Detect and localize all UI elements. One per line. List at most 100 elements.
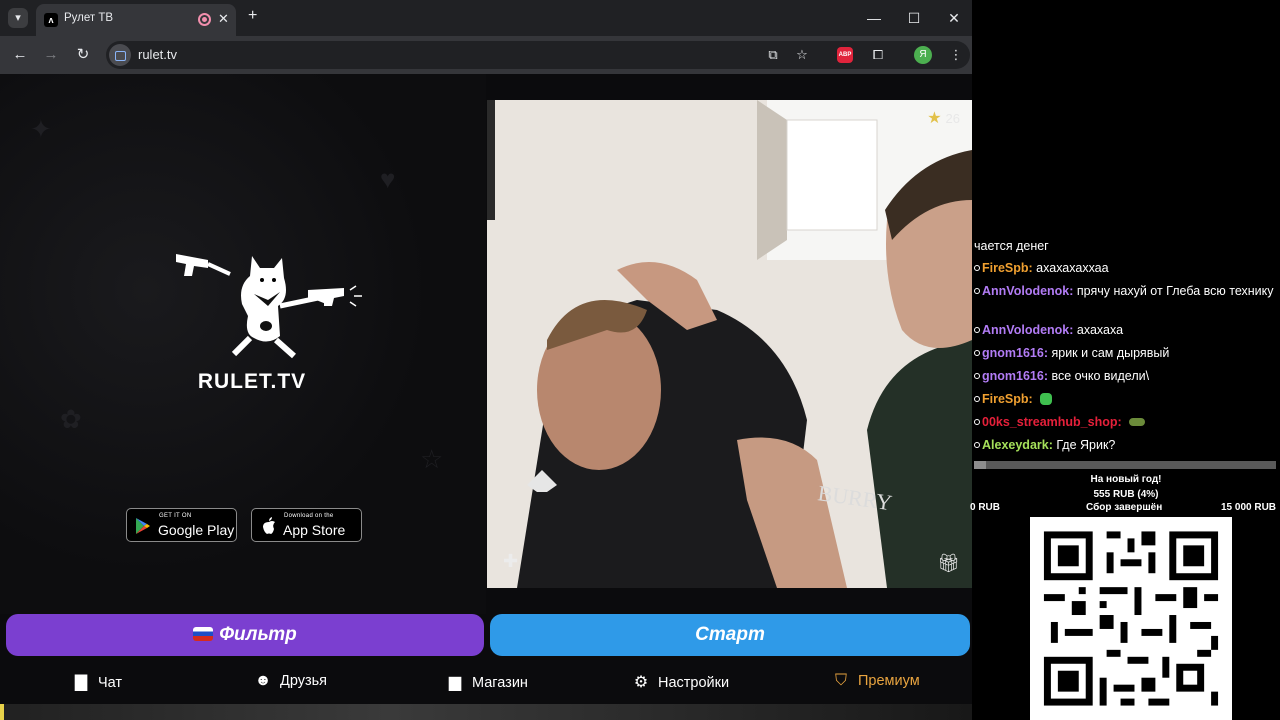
site-logo-text: RULET.TV [197,370,307,393]
emote-icon [1129,418,1146,426]
chat-nick: Alexeydark: [982,438,1053,452]
chat-text: чается денег [974,239,1049,252]
chat-nick: FireSpb: [982,261,1033,275]
browser-menu-icon[interactable]: ⋮ [946,45,966,65]
google-play-icon [136,518,150,534]
start-button-label: Старт [695,624,765,645]
maximize-window-button[interactable]: ☐ [902,6,926,30]
gamepad-icon[interactable]: ✚ [503,551,518,572]
google-play-button[interactable]: GET IT ON Google Play [126,508,237,542]
forward-button[interactable]: → [40,44,62,66]
nav-chat-label: Чат [98,675,123,691]
goal-min: 0 RUB [970,502,1001,513]
chat-bullet-icon [974,373,980,379]
chat-text: все очко видели\ [1048,369,1150,383]
new-tab-button[interactable]: + [248,7,257,25]
app-store-small-text: Download on the [284,513,334,519]
webcam-video[interactable]: BURRY ★ 26 ✚ 🎁︎ [487,100,972,588]
minimize-window-button[interactable]: — [862,6,886,30]
chat-message: Alexeydark: Где Ярик? [974,437,1274,453]
chat-bullet-icon [974,396,980,402]
filter-button-label: Фильтр [219,624,297,645]
chat-bullet-icon [974,265,980,271]
stars-count: 26 [945,111,960,126]
chat-text: ярик и сам дырявый [1048,346,1170,360]
goal-progress-track [974,461,1276,469]
chat-text: прячу нахуй от Глеба всю технику [1073,284,1274,298]
chat-message: gnom1616: ярик и сам дырявый [974,345,1274,361]
gift-icon[interactable]: 🎁︎ [937,553,960,574]
app-store-button[interactable]: Download on the App Store [251,508,362,542]
browser-tab-bar: ▾ ᴧ Рулет ТВ ✕ + — ☐ ✕ [0,0,972,36]
app-store-label: App Store [283,522,346,538]
emote-icon [1040,393,1053,405]
chat-message: gnom1616: все очко видели\ [974,368,1274,384]
chat-nick: FireSpb: [982,392,1033,406]
qr-code-image [1030,517,1232,720]
logo-panel: ✦ ♥ ✿ ☆ RULET.TV GET IT ON Google Play D… [0,74,486,614]
background-doodle: ✦ [30,114,52,144]
start-button[interactable]: Старт [490,614,970,656]
chat-bullet-icon [974,442,980,448]
chat-nick: AnnVolodenok: [982,323,1074,337]
chat-message: чается денег [974,238,1274,252]
browser-tab[interactable]: ᴧ Рулет ТВ ✕ [36,4,236,36]
goal-status: Сбор завершён [1086,502,1163,513]
nav-friends[interactable]: ☻ Друзья [252,672,327,696]
site-info-icon[interactable] [109,44,131,66]
extensions-puzzle-icon[interactable]: ⧠ [868,45,888,65]
chat-text: Где Ярик? [1052,438,1116,452]
chat-nick: 00ks_streamhub_shop: [982,415,1122,429]
friends-icon: ☻ [254,672,272,689]
close-tab-icon[interactable]: ✕ [218,11,229,27]
address-bar[interactable]: rulet.tv ⧉ ☆ ABP ⧠ Я ⋮ [106,41,970,69]
install-app-icon[interactable]: ⧉ [763,45,783,65]
chat-message: 00ks_streamhub_shop: [974,414,1274,430]
adblock-extension-icon[interactable]: ABP [837,47,853,63]
nav-premium-label: Премиум [858,673,920,689]
nav-settings-label: Настройки [658,675,730,691]
chat-bullet-icon [974,288,980,294]
close-window-button[interactable]: ✕ [942,6,966,30]
goal-progress-fill [974,461,987,469]
russia-flag-icon [193,627,214,641]
bookmark-star-icon[interactable]: ☆ [792,45,812,65]
chat-icon: ▇ [74,674,88,691]
nav-chat[interactable]: ▇ Чат [70,672,122,696]
chat-bullet-icon [974,350,980,356]
chat-text: ахахахаххаа [1032,261,1109,275]
chat-bullet-icon [974,419,980,425]
chat-nick: gnom1616: [982,346,1048,360]
site-favicon-icon: ᴧ [44,13,58,27]
bottom-navigation: ▇ Чат ☻ Друзья ▆ Магазин ⚙ Настройки ⛉ Премиу… [0,664,972,704]
google-play-label: Google Play [158,522,235,538]
goal-title: На новый год! [1090,474,1162,485]
apple-icon [263,517,275,534]
rulet-page: ✦ ♥ ✿ ☆ RULET.TV GET IT ON Google Play D… [0,74,972,720]
shop-bag-icon: ▆ [448,674,462,691]
tab-search-menu-button[interactable]: ▾ [8,8,28,28]
nav-settings[interactable]: ⚙ Настройки [630,672,729,696]
url-text[interactable]: rulet.tv [138,47,177,62]
chat-message: AnnVolodenok: ахахаха [974,322,1274,338]
nav-shop[interactable]: ▆ Магазин [444,672,528,696]
filter-button[interactable]: Фильтр [6,614,484,656]
background-doodle: ✿ [60,404,82,434]
browser-toolbar: ← → ↻ rulet.tv ⧉ ☆ ABP ⧠ Я ⋮ [0,36,972,74]
video-frame-image: BURRY [487,100,972,588]
nav-premium[interactable]: ⛉ Премиум [830,672,920,696]
chat-nick: AnnVolodenok: [982,284,1074,298]
background-doodle: ♥ [380,164,396,194]
chat-bullet-icon [974,327,980,333]
rating-star-icon: ★ 26 [927,110,960,127]
reload-button[interactable]: ↻ [72,44,94,66]
profile-avatar[interactable]: Я [914,46,932,64]
premium-tag-icon: ⛉ [834,672,847,689]
back-button[interactable]: ← [9,44,31,66]
stream-preview-strip [0,704,972,720]
nav-shop-label: Магазин [472,675,528,691]
donation-qr-code [1030,517,1232,720]
goal-max: 15 000 RUB [1221,502,1277,513]
nav-friends-label: Друзья [280,673,328,689]
tab-title: Рулет ТВ [64,12,114,24]
